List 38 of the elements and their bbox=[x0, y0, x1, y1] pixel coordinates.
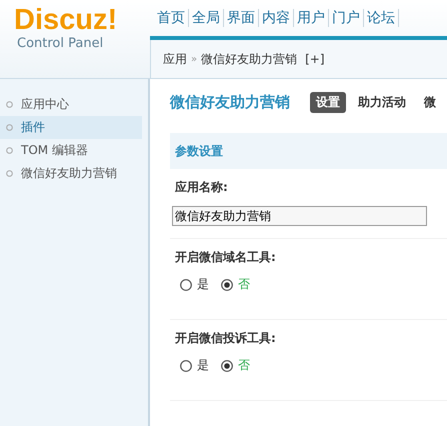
nav-tab[interactable]: 论坛 bbox=[364, 9, 399, 27]
tab[interactable]: 助力活动 bbox=[352, 92, 412, 112]
bullet-icon bbox=[6, 124, 13, 131]
bullet-icon bbox=[6, 170, 13, 177]
radio-label: 否 bbox=[238, 276, 250, 293]
nav-tab[interactable]: 用户 bbox=[294, 9, 329, 27]
tab[interactable]: 设置 bbox=[310, 92, 346, 112]
nav-tab[interactable]: 内容 bbox=[259, 9, 294, 27]
radio-label: 否 bbox=[238, 357, 250, 374]
nav-tab[interactable]: 全局 bbox=[189, 9, 224, 27]
field-label: 开启微信域名工具: bbox=[175, 249, 277, 266]
sidebar-item[interactable]: 微信好友助力营销 bbox=[0, 162, 142, 185]
input-field[interactable]: 微信好友助力营销 bbox=[172, 206, 427, 226]
sidebar-item[interactable]: TOM 编辑器 bbox=[0, 139, 142, 162]
tab[interactable]: 微 bbox=[418, 92, 442, 112]
radio-button[interactable] bbox=[180, 278, 192, 290]
radio-button[interactable] bbox=[221, 278, 233, 290]
breadcrumb-current: 微信好友助力营销 bbox=[201, 50, 298, 68]
radio-button[interactable] bbox=[221, 360, 233, 372]
page-title: 微信好友助力营销 bbox=[170, 92, 290, 112]
radio-label: 是 bbox=[197, 357, 209, 374]
field-label: 应用名称: bbox=[175, 179, 229, 196]
bullet-icon bbox=[6, 147, 13, 154]
logo-subtitle: Control Panel bbox=[17, 36, 104, 51]
breadcrumb-link[interactable]: 应用 bbox=[163, 50, 187, 68]
nav-tab[interactable]: 界面 bbox=[224, 9, 259, 27]
radio-label: 是 bbox=[197, 276, 209, 293]
nav-tab[interactable]: 首页 bbox=[154, 9, 189, 27]
sidebar-item[interactable]: 应用中心 bbox=[0, 93, 142, 116]
sidebar-item[interactable]: 插件 bbox=[0, 116, 142, 139]
radio-button[interactable] bbox=[180, 360, 192, 372]
breadcrumb-separator: » bbox=[191, 54, 198, 64]
nav-tab[interactable]: 门户 bbox=[329, 9, 364, 27]
section-header: 参数设置 bbox=[170, 133, 447, 169]
field-label: 开启微信投诉工具: bbox=[175, 330, 277, 347]
logo: Discuz! bbox=[14, 4, 118, 36]
bullet-icon bbox=[6, 101, 13, 108]
add-shortcut-link[interactable]: [+] bbox=[305, 52, 325, 66]
